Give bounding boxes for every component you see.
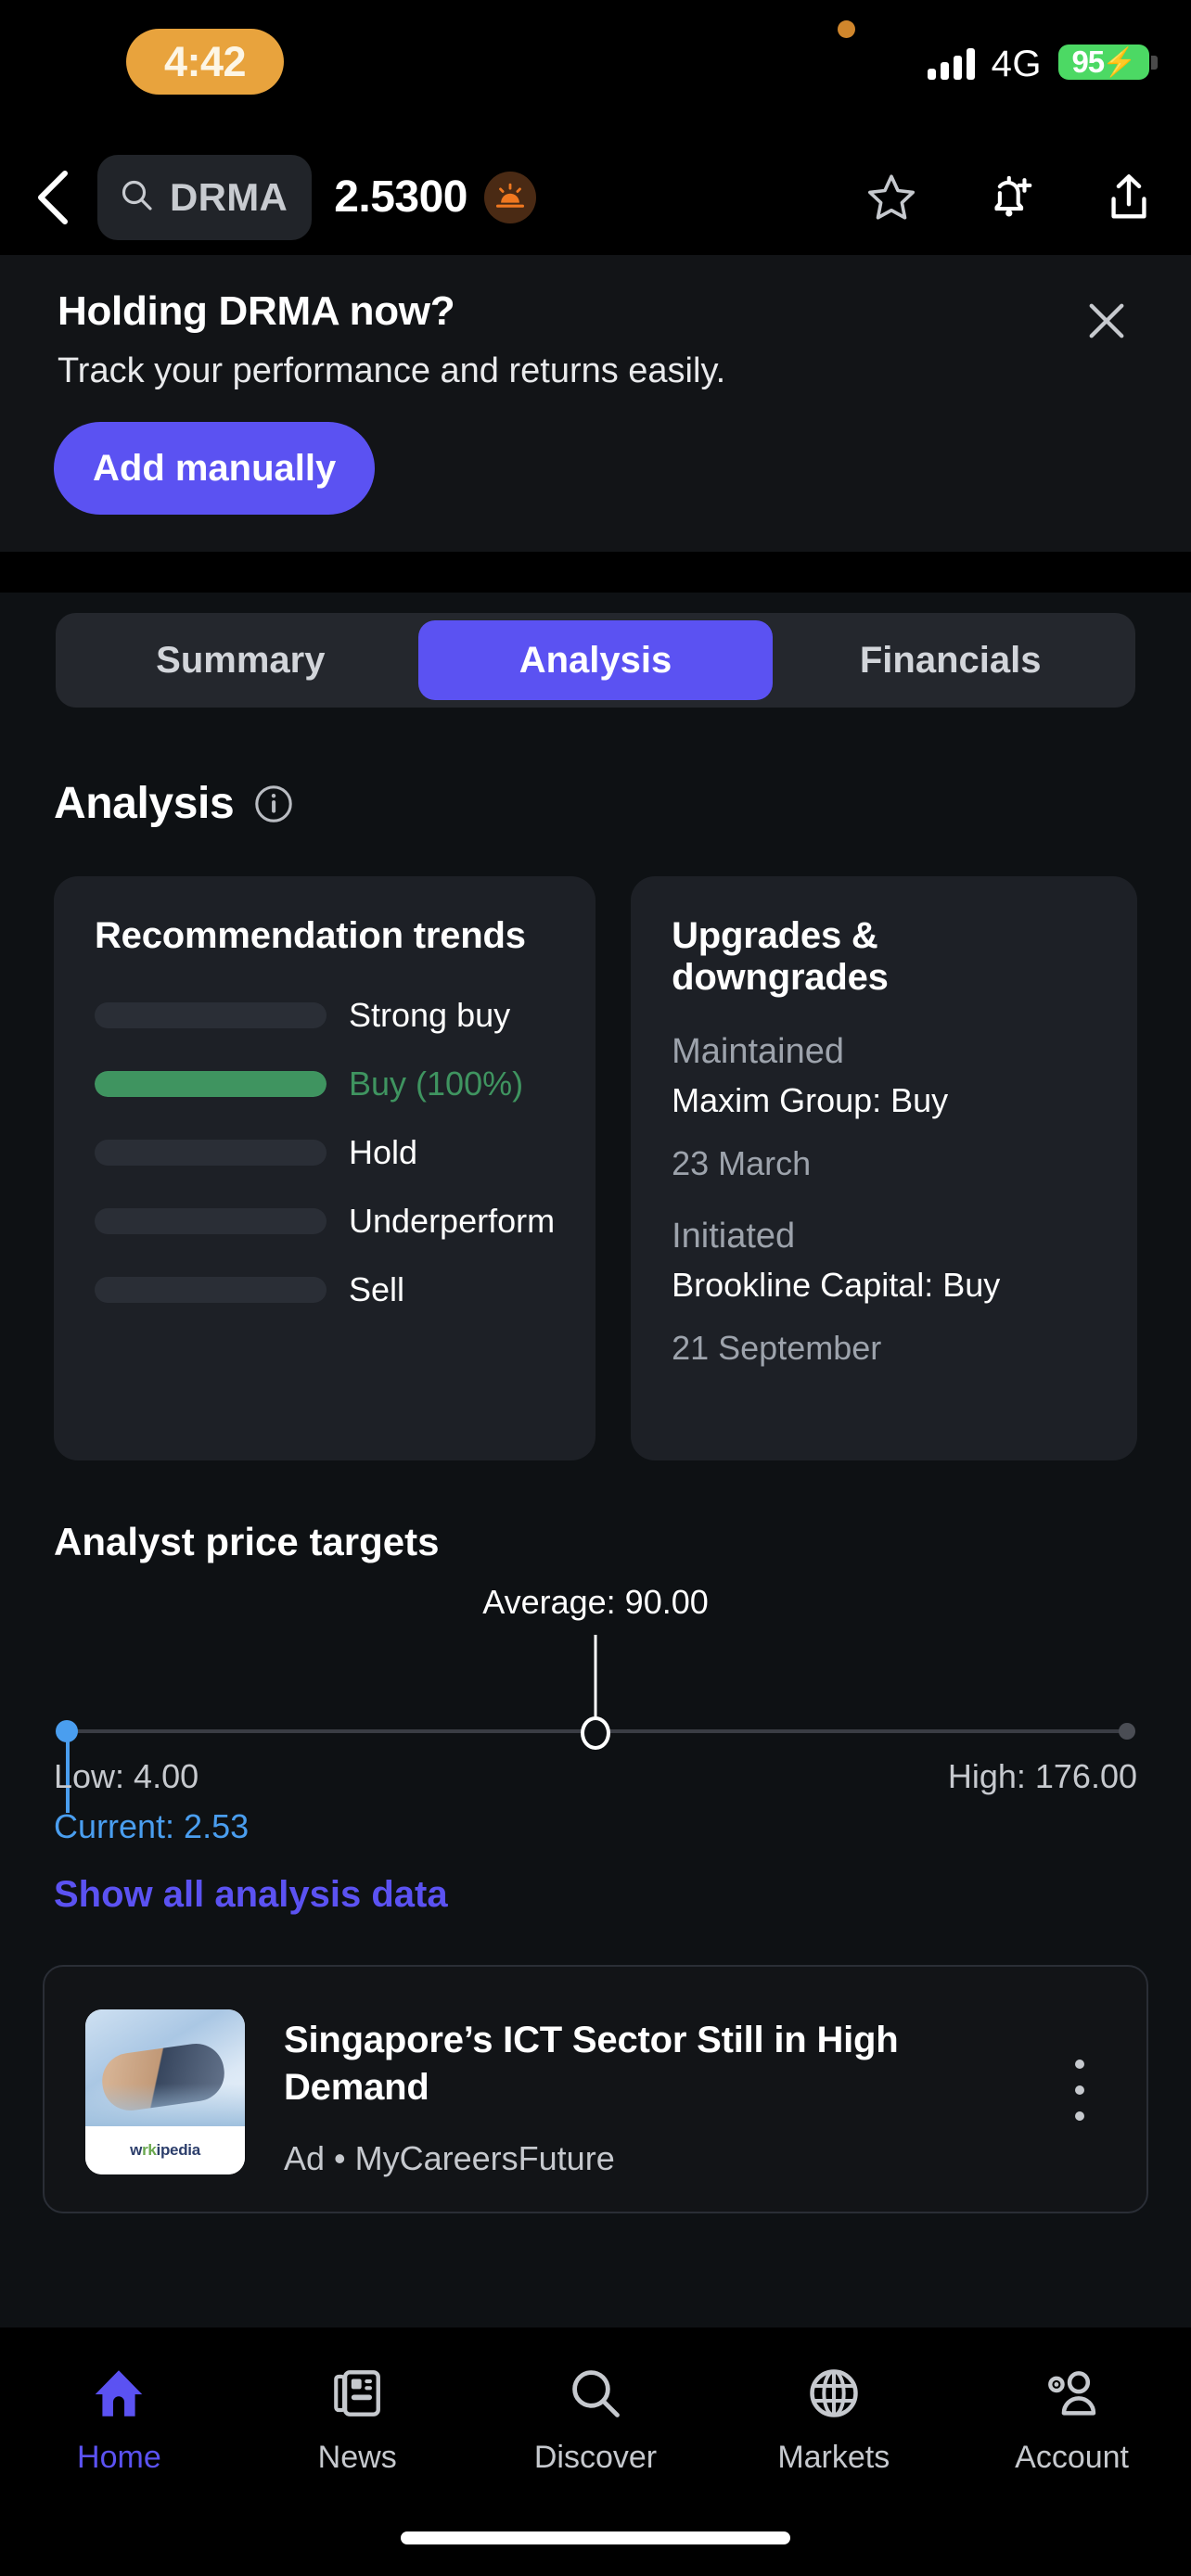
price-alert-icon[interactable]: [484, 171, 536, 223]
network-type-label: 4G: [991, 44, 1042, 84]
card-heading: Upgrades & downgrades: [672, 915, 889, 998]
news-icon: [328, 2360, 386, 2427]
handshake-image: w rk ipedia: [85, 2009, 245, 2174]
search-icon: [566, 2360, 625, 2427]
nav-item-discover[interactable]: Discover: [477, 2327, 715, 2494]
nav-item-markets[interactable]: Markets: [714, 2327, 953, 2494]
recommendation-row: Hold: [95, 1133, 555, 1172]
section-tabs: Summary Analysis Financials: [56, 613, 1135, 708]
star-outline-icon[interactable]: [863, 169, 920, 226]
upgrade-entry: Maintained Maxim Group: Buy 23 March: [672, 1032, 1096, 1183]
tab-financials[interactable]: Financials: [773, 620, 1128, 700]
current-price-target-label: Current: 2.53: [54, 1807, 250, 1845]
recommendation-bar-track: [95, 1071, 327, 1097]
recommendation-bar-track: [95, 1140, 327, 1166]
section-divider: [0, 552, 1191, 593]
nav-item-home[interactable]: Home: [0, 2327, 238, 2494]
recommendation-label: Buy (100%): [349, 1065, 524, 1103]
upgrade-entry: Initiated Brookline Capital: Buy 21 Sept…: [672, 1217, 1096, 1368]
recommendation-trends-card: Recommendation trends Strong buy Buy (10…: [54, 876, 596, 1460]
average-target-label: Average: 90.00: [482, 1583, 709, 1621]
tab-summary[interactable]: Summary: [63, 620, 418, 700]
info-circle-icon[interactable]: [252, 783, 295, 825]
recommendation-label: Hold: [349, 1133, 418, 1171]
advertiser-logo: w rk ipedia: [85, 2126, 245, 2174]
add-manually-button[interactable]: Add manually: [54, 422, 376, 515]
nav-item-news[interactable]: News: [238, 2327, 477, 2494]
price-targets-heading: Analyst price targets: [54, 1520, 440, 1563]
upgrade-kind: Maintained: [672, 1032, 844, 1071]
status-right-cluster: 4G 95 ⚡: [927, 44, 1158, 84]
recommendation-row: Buy (100%): [95, 1065, 555, 1103]
tab-analysis[interactable]: Analysis: [417, 620, 774, 700]
analysis-content: Summary Analysis Financials Analysis Rec…: [0, 593, 1191, 2327]
recommendation-bar-track: [95, 1277, 327, 1303]
recommendation-row: Strong buy: [95, 996, 555, 1035]
upgrade-date: 21 September: [672, 1329, 882, 1367]
bottom-navigation-bar: Home News Discover Markets Account: [0, 2327, 1191, 2494]
sponsored-ad-card[interactable]: w rk ipedia Singapore’s ICT Sector Still i…: [43, 1965, 1148, 2213]
card-heading: Recommendation trends: [95, 915, 526, 956]
more-vertical-icon[interactable]: [1059, 2060, 1100, 2121]
home-indicator: [401, 2531, 790, 2544]
nav-label: Home: [77, 2439, 161, 2475]
battery-icon: 95 ⚡: [1058, 45, 1158, 80]
nav-label: Markets: [777, 2439, 890, 2475]
nav-label: News: [317, 2439, 397, 2475]
analysis-heading: Analysis: [54, 779, 235, 828]
ad-source-label: Ad • MyCareersFuture: [284, 2139, 615, 2177]
nav-label: Account: [1015, 2439, 1130, 2475]
recommendation-row: Sell: [95, 1270, 555, 1309]
ad-headline: Singapore’s ICT Sector Still in High Dem…: [284, 2020, 899, 2109]
home-icon: [88, 2360, 149, 2427]
upgrade-date: 23 March: [672, 1144, 812, 1182]
average-target-knob[interactable]: [581, 1716, 610, 1750]
status-time-pill: 4:42: [126, 29, 284, 95]
chevron-left-icon[interactable]: [32, 170, 74, 225]
show-all-analysis-data-link[interactable]: Show all analysis data: [54, 1874, 448, 1916]
high-target-label: High: 176.00: [947, 1757, 1137, 1795]
price-target-range-slider[interactable]: Average: 90.00 Low: 4.00 High: 176.00 Cu…: [54, 1575, 1137, 1845]
ticker-search-button[interactable]: DRMA: [97, 154, 313, 240]
recommendation-label: Sell: [349, 1270, 405, 1308]
app-screen: 4:42 4G 95 ⚡ DRMA 2.5300 Holding DRMA no…: [0, 0, 1191, 2576]
recording-indicator-dot: [838, 20, 855, 38]
page-title: Analysis: [54, 778, 295, 829]
nav-item-account[interactable]: Account: [953, 2327, 1191, 2494]
upgrade-firm: Brookline Capital: Buy: [672, 1266, 1001, 1304]
high-target-dot: [1119, 1723, 1135, 1740]
navigation-bar: DRMA 2.5300: [0, 139, 1191, 255]
low-target-label: Low: 4.00: [54, 1757, 199, 1795]
battery-percent-label: 95: [1071, 45, 1105, 79]
recommendation-label: Underperform: [349, 1202, 556, 1240]
upgrade-firm: Maxim Group: Buy: [672, 1081, 949, 1119]
nav-action-group: [863, 169, 1158, 226]
recommendation-label: Strong buy: [349, 996, 511, 1034]
close-icon[interactable]: [1078, 292, 1135, 350]
charging-bolt-icon: ⚡: [1102, 46, 1136, 78]
bell-plus-icon[interactable]: [981, 169, 1039, 226]
account-gear-icon: [1043, 2360, 1102, 2427]
holdings-promo-banner: Holding DRMA now? Track your performance…: [0, 255, 1191, 552]
promo-subtitle: Track your performance and returns easil…: [58, 351, 726, 390]
promo-title: Holding DRMA now?: [58, 288, 455, 334]
upgrade-kind: Initiated: [672, 1217, 796, 1256]
globe-icon: [804, 2360, 864, 2427]
recommendation-bar-track: [95, 1208, 327, 1234]
ticker-symbol-label: DRMA: [170, 174, 288, 219]
share-upload-icon[interactable]: [1100, 169, 1158, 226]
analysis-card-row: Recommendation trends Strong buy Buy (10…: [54, 876, 1137, 1460]
nav-label: Discover: [533, 2439, 658, 2475]
status-bar: 4:42 4G 95 ⚡: [0, 0, 1191, 139]
current-price-label: 2.5300: [334, 172, 467, 222]
upgrades-downgrades-card: Upgrades & downgrades Maintained Maxim G…: [631, 876, 1137, 1460]
recommendation-bar-track: [95, 1002, 327, 1028]
recommendation-bar-list: Strong buy Buy (100%) Hold Underperform: [95, 996, 555, 1309]
signal-bars-icon: [927, 48, 975, 80]
recommendation-row: Underperform: [95, 1202, 555, 1241]
search-icon: [118, 176, 155, 218]
